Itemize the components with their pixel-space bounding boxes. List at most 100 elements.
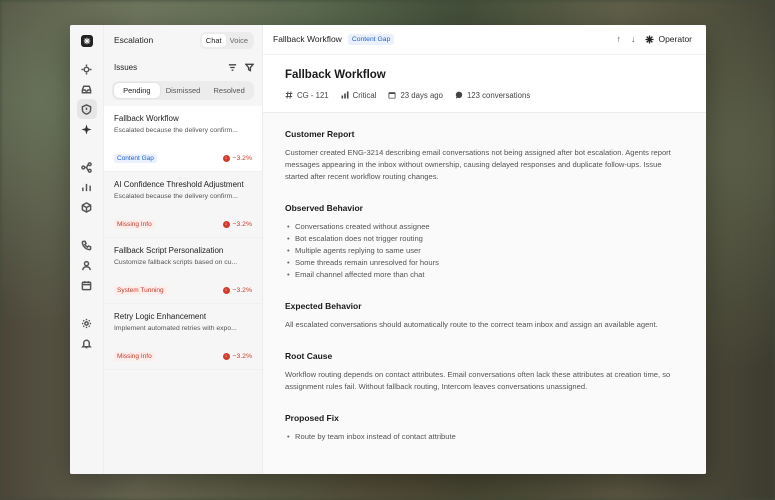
bell-icon[interactable] [77,333,97,353]
issue-tag: Missing Info [114,220,155,229]
issue-meta: Content Gap ↓ −3.2% [114,154,252,163]
logo-icon[interactable] [80,35,93,47]
app-window: Escalation Chat Voice Issues Pending Dis… [70,25,706,474]
breadcrumb-title: Fallback Workflow [273,34,342,45]
issue-severity: Critical [341,90,377,100]
issue-meta-row: CG - 121 Critical 23 days ago 123 conver… [285,91,684,100]
gear-icon[interactable] [77,313,97,333]
down-arrow-icon: ↓ [222,221,230,228]
user-icon[interactable] [77,255,97,275]
issues-subheader: Issues [104,55,262,79]
root-cause-section: Root Cause Workflow routing depends on c… [285,351,684,393]
issue-conversations: 123 conversations [455,91,530,100]
chat-toggle[interactable]: Chat [201,33,226,47]
issues-panel: Escalation Chat Voice Issues Pending Dis… [104,25,263,474]
issue-meta: System Tunning ↓ −3.2% [114,286,252,295]
tab-pending[interactable]: Pending [114,83,160,98]
voice-toggle[interactable]: Voice [226,34,252,47]
issue-body: Customer Report Customer created ENG-321… [263,113,706,474]
box-icon[interactable] [77,197,97,217]
list-item: Email channel affected more than chat [285,269,684,281]
filter-icon[interactable] [245,63,254,72]
issue-delta: ↓ −3.2% [222,353,252,360]
customer-report-section: Customer Report Customer created ENG-321… [285,129,684,183]
tab-dismissed[interactable]: Dismissed [160,83,207,98]
issues-label: Issues [114,62,138,72]
conversations-value: 123 conversations [466,90,531,100]
age-value: 23 days ago [400,90,443,100]
issues-tools [228,63,254,72]
operator-button[interactable]: Operator [645,34,692,44]
next-arrow-icon[interactable]: ↓ [631,34,636,44]
calendar-icon[interactable] [77,275,97,295]
issue-desc: Customize fallback scripts based on cu..… [114,259,238,266]
issue-item[interactable]: Fallback Script Personalization Customiz… [104,238,262,304]
section-title: Root Cause [285,350,333,361]
list-item: Some threads remain unresolved for hours [285,257,684,269]
channel-toggle: Chat Voice [199,31,254,49]
phone-icon[interactable] [77,235,97,255]
issue-tag: Content Gap [114,154,157,163]
issue-name: Retry Logic Enhancement [114,312,207,321]
asterisk-icon [645,35,655,44]
issue-desc: Escalated because the delivery confirm..… [114,127,238,134]
issue-item[interactable]: Fallback Workflow Escalated because the … [104,106,262,172]
down-arrow-icon: ↓ [222,155,230,162]
breadcrumb: Fallback Workflow Content Gap [273,33,395,45]
list-item: Conversations created without assignee [285,221,684,233]
flow-icon[interactable] [77,157,97,177]
issue-tag: Missing Info [114,352,155,361]
category-badge: Content Gap [347,33,395,45]
tab-resolved[interactable]: Resolved [206,83,252,98]
issue-meta: Missing Info ↓ −3.2% [114,352,252,361]
issue-delta: ↓ −3.2% [222,287,252,294]
issue-item[interactable]: Retry Logic Enhancement Implement automa… [104,304,262,370]
sort-icon[interactable] [228,63,237,72]
section-title: Expected Behavior [285,300,362,311]
section-title: Proposed Fix [285,412,339,423]
issue-item[interactable]: AI Confidence Threshold Adjustment Escal… [104,172,262,238]
delta-value: −3.2% [232,155,252,162]
issue-age: 23 days ago [388,90,443,100]
list-item: Route by team inbox instead of contact a… [285,431,684,443]
issue-meta: Missing Info ↓ −3.2% [114,220,252,229]
chart-icon[interactable] [77,177,97,197]
inbox-icon[interactable] [77,79,97,99]
list-item: Multiple agents replying to same user [285,245,684,257]
settings-sun-icon[interactable] [77,59,97,79]
proposed-fix-section: Proposed Fix Route by team inbox instead… [285,413,684,443]
issue-title: Fallback Workflow [285,68,386,81]
panel-title: Escalation [114,35,154,45]
observed-behavior-section: Observed Behavior Conversations created … [285,203,684,281]
sparkle-icon[interactable] [77,119,97,139]
operator-label: Operator [658,34,692,45]
status-tabs: Pending Dismissed Resolved [112,81,254,100]
observed-list: Conversations created without assignee B… [285,221,684,281]
delta-value: −3.2% [232,287,252,294]
section-text: All escalated conversations should autom… [285,319,658,329]
section-title: Observed Behavior [285,202,363,213]
issue-desc: Implement automated retries with expo... [114,325,237,332]
issue-name: Fallback Script Personalization [114,246,224,255]
hash-icon [285,91,293,99]
prev-arrow-icon[interactable]: ↑ [616,34,621,44]
issue-header: Fallback Workflow CG - 121 Critical 23 d… [263,54,706,113]
bar-chart-icon [341,91,349,99]
proposed-list: Route by team inbox instead of contact a… [285,431,684,443]
icon-rail [70,25,104,474]
issue-desc: Escalated because the delivery confirm..… [114,193,238,200]
issue-tag: System Tunning [114,286,167,295]
down-arrow-icon: ↓ [222,353,230,360]
issue-detail: Fallback Workflow Content Gap ↑ ↓ Operat… [263,25,706,474]
section-title: Customer Report [285,128,355,139]
issue-name: Fallback Workflow [114,114,179,123]
severity-value: Critical [352,90,377,100]
top-actions: ↑ ↓ Operator [616,34,692,44]
expected-behavior-section: Expected Behavior All escalated conversa… [285,301,684,331]
issue-id: CG - 121 [285,91,329,100]
calendar-icon [388,92,396,99]
top-bar: Fallback Workflow Content Gap ↑ ↓ Operat… [263,25,706,55]
issue-id-value: CG - 121 [297,90,329,100]
shield-icon[interactable] [76,99,97,119]
list-item: Bot escalation does not trigger routing [285,233,684,245]
